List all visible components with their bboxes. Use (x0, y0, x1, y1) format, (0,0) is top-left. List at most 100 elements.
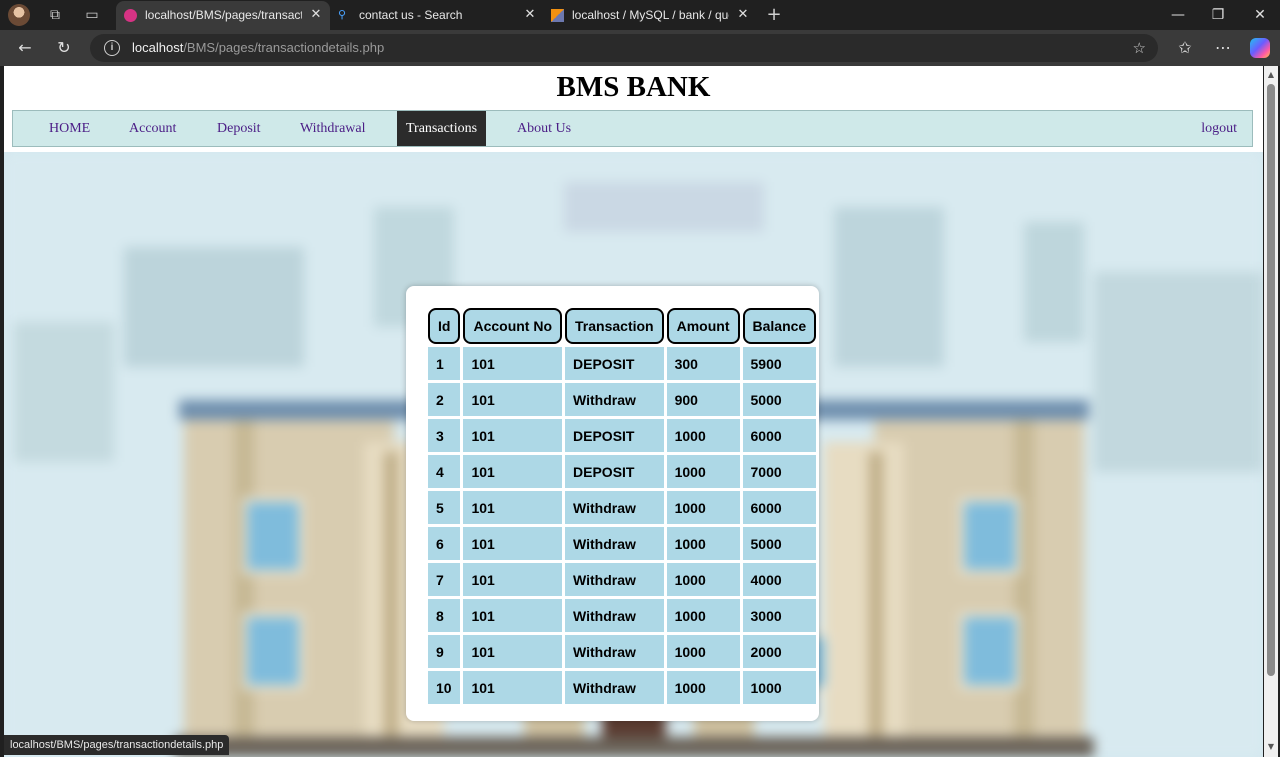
table-cell: 101 (463, 671, 563, 704)
workspaces-icon[interactable]: ⧉ (45, 5, 65, 25)
table-cell: Withdraw (565, 563, 664, 596)
nav-account[interactable]: Account (120, 111, 185, 146)
info-icon[interactable]: i (104, 40, 120, 56)
search-icon: ⚲ (338, 9, 347, 21)
close-icon[interactable]: ✕ (522, 1, 538, 29)
status-url-tooltip: localhost/BMS/pages/transactiondetails.p… (4, 735, 230, 755)
url-host: localhost (132, 40, 184, 55)
tab-title: localhost/BMS/pages/transactiondetails.p… (145, 8, 302, 22)
table-cell: 1000 (666, 635, 740, 668)
tab-contact-search[interactable]: ⚲ contact us - Search ✕ (330, 1, 544, 30)
tab-title: localhost / MySQL / bank / queries (572, 8, 729, 22)
table-cell: 101 (463, 563, 563, 596)
close-icon[interactable]: ✕ (308, 1, 324, 29)
table-cell: 1000 (666, 455, 740, 488)
table-cell: 300 (666, 347, 740, 380)
table-cell: 1 (428, 347, 461, 380)
scrollbar-thumb[interactable] (1267, 84, 1275, 676)
table-row: 9 101 Withdraw 1000 2000 (428, 635, 817, 668)
address-toolbar: ← ↻ i localhost/BMS/pages/transactiondet… (0, 30, 1280, 66)
tab-title: contact us - Search (359, 8, 463, 22)
copilot-icon[interactable] (1250, 38, 1270, 58)
table-cell: 4000 (742, 563, 817, 596)
table-cell: 10 (428, 671, 461, 704)
back-arrow-icon[interactable]: ← (13, 37, 37, 59)
transactions-table: Id Account No Transaction Amount Balance… (425, 305, 819, 707)
table-cell: 1000 (666, 419, 740, 452)
tab-transactions[interactable]: localhost/BMS/pages/transactiondetails.p… (116, 1, 330, 30)
table-cell: 4 (428, 455, 461, 488)
scroll-down-arrow-icon[interactable]: ▼ (1266, 742, 1276, 752)
table-cell: 5 (428, 491, 461, 524)
table-row: 3 101 DEPOSIT 1000 6000 (428, 419, 817, 452)
table-cell: 101 (463, 455, 563, 488)
table-cell: 6 (428, 527, 461, 560)
table-cell: 101 (463, 527, 563, 560)
transactions-card: Id Account No Transaction Amount Balance… (406, 286, 819, 721)
scroll-up-arrow-icon[interactable]: ▲ (1266, 70, 1276, 80)
nav-about-us[interactable]: About Us (508, 111, 580, 146)
profile-avatar[interactable] (8, 4, 30, 26)
table-cell: 1000 (666, 599, 740, 632)
table-cell: 101 (463, 491, 563, 524)
logout-link[interactable]: logout (1192, 111, 1246, 146)
table-cell: Withdraw (565, 635, 664, 668)
column-header: Account No (463, 308, 563, 344)
table-cell: 3000 (742, 599, 817, 632)
table-cell: 1000 (666, 491, 740, 524)
table-cell: Withdraw (565, 527, 664, 560)
table-cell: 7000 (742, 455, 817, 488)
table-cell: 2 (428, 383, 461, 416)
tab-phpmyadmin[interactable]: localhost / MySQL / bank / queries ✕ (543, 1, 757, 30)
nav-transactions[interactable]: Transactions (397, 111, 487, 146)
bank-building-background: Id Account No Transaction Amount Balance… (4, 152, 1263, 757)
nav-deposit[interactable]: Deposit (208, 111, 270, 146)
favorites-icon[interactable]: ✩ (1173, 37, 1197, 59)
table-cell: 101 (463, 383, 563, 416)
table-cell: 101 (463, 419, 563, 452)
table-cell: 1000 (666, 563, 740, 596)
address-bar[interactable]: i localhost/BMS/pages/transactiondetails… (90, 34, 1158, 62)
column-header: Amount (666, 308, 740, 344)
table-cell: 900 (666, 383, 740, 416)
close-icon[interactable]: ✕ (735, 1, 751, 29)
tab-actions-icon[interactable]: ▭ (82, 5, 102, 25)
table-cell: DEPOSIT (565, 455, 664, 488)
page-viewport: BMS BANK Id Account No Transaction Amoun… (4, 66, 1263, 757)
table-cell: 101 (463, 635, 563, 668)
table-cell: 6000 (742, 491, 817, 524)
site-title: BMS BANK (556, 71, 711, 103)
refresh-icon[interactable]: ↻ (52, 37, 76, 59)
column-header: Balance (742, 308, 817, 344)
table-cell: Withdraw (565, 599, 664, 632)
nav-withdrawal[interactable]: Withdrawal (291, 111, 375, 146)
transactions-table-body: 1 101 DEPOSIT 300 5900 2 101 Withdraw 900 5000 3 10… (428, 347, 817, 704)
table-cell: 6000 (742, 419, 817, 452)
table-cell: 101 (463, 599, 563, 632)
plus-icon[interactable]: + (764, 5, 784, 25)
table-cell: Withdraw (565, 671, 664, 704)
url-text[interactable]: localhost/BMS/pages/transactiondetails.p… (132, 34, 384, 62)
table-cell: 7 (428, 563, 461, 596)
more-icon[interactable]: ⋯ (1211, 37, 1235, 59)
table-cell: 9 (428, 635, 461, 668)
table-row: 8 101 Withdraw 1000 3000 (428, 599, 817, 632)
browser-tab-strip: ⧉ ▭ localhost/BMS/pages/transactiondetai… (0, 0, 1280, 30)
table-cell: Withdraw (565, 491, 664, 524)
table-cell: Withdraw (565, 383, 664, 416)
table-cell: 101 (463, 347, 563, 380)
table-row: 1 101 DEPOSIT 300 5900 (428, 347, 817, 380)
restore-icon[interactable]: ❐ (1198, 0, 1238, 30)
star-icon[interactable]: ☆ (1133, 34, 1146, 62)
minimize-icon[interactable]: — (1158, 0, 1198, 30)
table-cell: 5000 (742, 527, 817, 560)
table-cell: 5000 (742, 383, 817, 416)
table-row: 4 101 DEPOSIT 1000 7000 (428, 455, 817, 488)
table-cell: 3 (428, 419, 461, 452)
table-cell: 1000 (666, 527, 740, 560)
table-header-row: Id Account No Transaction Amount Balance (428, 308, 817, 344)
close-window-icon[interactable]: ✕ (1240, 0, 1280, 30)
table-cell: 2000 (742, 635, 817, 668)
nav-home[interactable]: HOME (40, 111, 99, 146)
table-cell: DEPOSIT (565, 419, 664, 452)
